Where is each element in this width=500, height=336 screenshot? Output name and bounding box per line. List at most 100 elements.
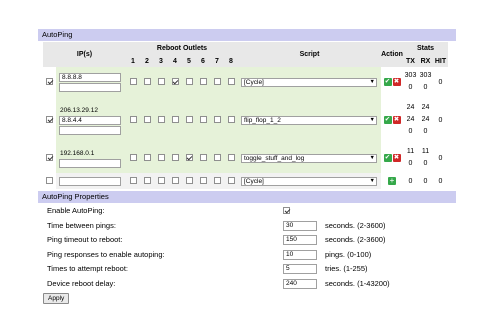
ping-responses-input[interactable]: 10 [283, 250, 317, 260]
outlet-3-checkbox[interactable] [157, 78, 165, 86]
table-row: 8.8.8.8 [Cycle] ▼ ✔ ✖ 303 0 303 0 0 [43, 67, 448, 97]
outlet-7-checkbox[interactable] [213, 116, 221, 124]
ip-secondary-input[interactable] [59, 82, 121, 92]
outlet-2-checkbox[interactable] [143, 177, 151, 185]
hit-value: 0 [433, 173, 448, 189]
script-select[interactable]: [Cycle] ▼ [241, 176, 377, 186]
hit-value: 0 [433, 143, 448, 173]
ip-secondary-input[interactable] [59, 158, 121, 168]
header-outlet-6: 6 [196, 55, 210, 67]
delete-button[interactable]: ✖ [392, 78, 401, 86]
header-tx: TX [403, 55, 418, 67]
save-button[interactable]: ✔ [383, 78, 392, 86]
apply-button[interactable]: Apply [43, 293, 70, 304]
reboot-delay-input[interactable]: 240 [283, 279, 317, 289]
outlet-6-checkbox[interactable] [199, 177, 207, 185]
section-title-properties: AutoPing Properties [38, 191, 456, 203]
ip-primary-input[interactable] [59, 176, 121, 186]
enable-autoping-label: Enable AutoPing: [47, 206, 105, 215]
table-row: [Cycle] ▼ + 0 0 0 [43, 173, 448, 189]
tx-value: 303 [404, 72, 417, 79]
outlet-2-checkbox[interactable] [143, 154, 151, 162]
ip-primary-input[interactable]: 8.8.8.8 [59, 72, 121, 82]
script-select[interactable]: toggle_stuff_and_log ▼ [241, 153, 377, 163]
ping-timeout-input[interactable]: 150 [283, 235, 317, 245]
header-outlet-5: 5 [182, 55, 196, 67]
property-row: Ping timeout to reboot: 150 seconds. (2-… [43, 234, 455, 246]
outlet-1-checkbox[interactable] [129, 154, 137, 162]
outlet-5-checkbox[interactable] [185, 78, 193, 86]
script-select-value: [Cycle] [244, 177, 264, 185]
outlet-5-checkbox[interactable] [185, 154, 193, 162]
outlet-4-checkbox[interactable] [171, 116, 179, 124]
enable-autoping-checkbox[interactable] [283, 207, 290, 214]
header-outlet-4: 4 [168, 55, 182, 67]
row-enable-checkbox[interactable] [46, 154, 53, 162]
header-rx: RX [418, 55, 433, 67]
outlet-8-checkbox[interactable] [227, 177, 235, 185]
row-enable-checkbox[interactable] [46, 177, 53, 185]
ip-primary-text: 192.168.0.1 [60, 149, 95, 157]
outlet-7-checkbox[interactable] [213, 78, 221, 86]
outlet-7-checkbox[interactable] [213, 154, 221, 162]
row-enable-checkbox[interactable] [46, 116, 53, 124]
ping-responses-unit: pings. (0-100) [325, 250, 372, 259]
ip-tertiary-input[interactable] [59, 125, 121, 135]
outlet-6-checkbox[interactable] [199, 154, 207, 162]
outlet-5-checkbox[interactable] [185, 116, 193, 124]
outlet-8-checkbox[interactable] [227, 116, 235, 124]
outlet-5-checkbox[interactable] [185, 177, 193, 185]
reboot-delay-label: Device reboot delay: [47, 279, 116, 288]
x-icon: ✖ [393, 78, 400, 85]
ping-timeout-unit: seconds. (2-3600) [325, 235, 386, 244]
outlet-8-checkbox[interactable] [227, 154, 235, 162]
outlet-6-checkbox[interactable] [199, 116, 207, 124]
tx-value: 0 [403, 173, 418, 189]
script-select-value: toggle_stuff_and_log [244, 154, 305, 162]
delete-button[interactable]: ✖ [392, 116, 401, 124]
outlet-7-checkbox[interactable] [213, 177, 221, 185]
outlet-2-checkbox[interactable] [143, 116, 151, 124]
outlet-4-checkbox[interactable] [171, 177, 179, 185]
plus-icon: + [389, 176, 395, 185]
property-row: Device reboot delay: 240 seconds. (1-432… [43, 278, 455, 290]
save-button[interactable]: ✔ [383, 154, 392, 162]
script-select[interactable]: [Cycle] ▼ [241, 77, 377, 87]
script-select-value: flip_flop_1_2 [244, 116, 281, 124]
outlet-1-checkbox[interactable] [129, 78, 137, 86]
header-script: Script [238, 42, 381, 67]
check-icon: ✔ [384, 154, 391, 161]
outlet-3-checkbox[interactable] [157, 177, 165, 185]
outlet-3-checkbox[interactable] [157, 116, 165, 124]
outlet-2-checkbox[interactable] [143, 78, 151, 86]
outlet-3-checkbox[interactable] [157, 154, 165, 162]
chevron-down-icon: ▼ [369, 116, 375, 123]
header-reboot-outlets: Reboot Outlets [126, 42, 238, 55]
tx-value: 24 [406, 104, 415, 111]
script-select[interactable]: flip_flop_1_2 ▼ [241, 115, 377, 125]
tx-value: 11 [406, 148, 415, 155]
row-enable-checkbox[interactable] [46, 78, 53, 86]
outlet-1-checkbox[interactable] [129, 116, 137, 124]
time-between-pings-input[interactable]: 30 [283, 221, 317, 231]
chevron-down-icon: ▼ [369, 177, 375, 184]
outlet-8-checkbox[interactable] [227, 78, 235, 86]
ip-secondary-input[interactable]: 8.8.4.4 [59, 115, 121, 125]
property-row: Ping responses to enable autoping: 10 pi… [43, 249, 455, 261]
property-row: Enable AutoPing: [43, 205, 455, 217]
outlet-6-checkbox[interactable] [199, 78, 207, 86]
chevron-down-icon: ▼ [369, 78, 375, 85]
outlet-1-checkbox[interactable] [129, 177, 137, 185]
outlet-4-checkbox[interactable] [171, 78, 179, 86]
rx-value: 0 [423, 160, 428, 167]
outlet-4-checkbox[interactable] [171, 154, 179, 162]
header-outlet-1: 1 [126, 55, 140, 67]
rx-value: 0 [418, 173, 433, 189]
header-stats: Stats [403, 42, 448, 55]
tx-value: 0 [408, 84, 413, 91]
save-button[interactable]: ✔ [383, 116, 392, 124]
rx-value: 0 [423, 84, 428, 91]
add-button[interactable]: + [388, 177, 396, 185]
delete-button[interactable]: ✖ [392, 154, 401, 162]
reboot-attempts-input[interactable]: 5 [283, 264, 317, 274]
